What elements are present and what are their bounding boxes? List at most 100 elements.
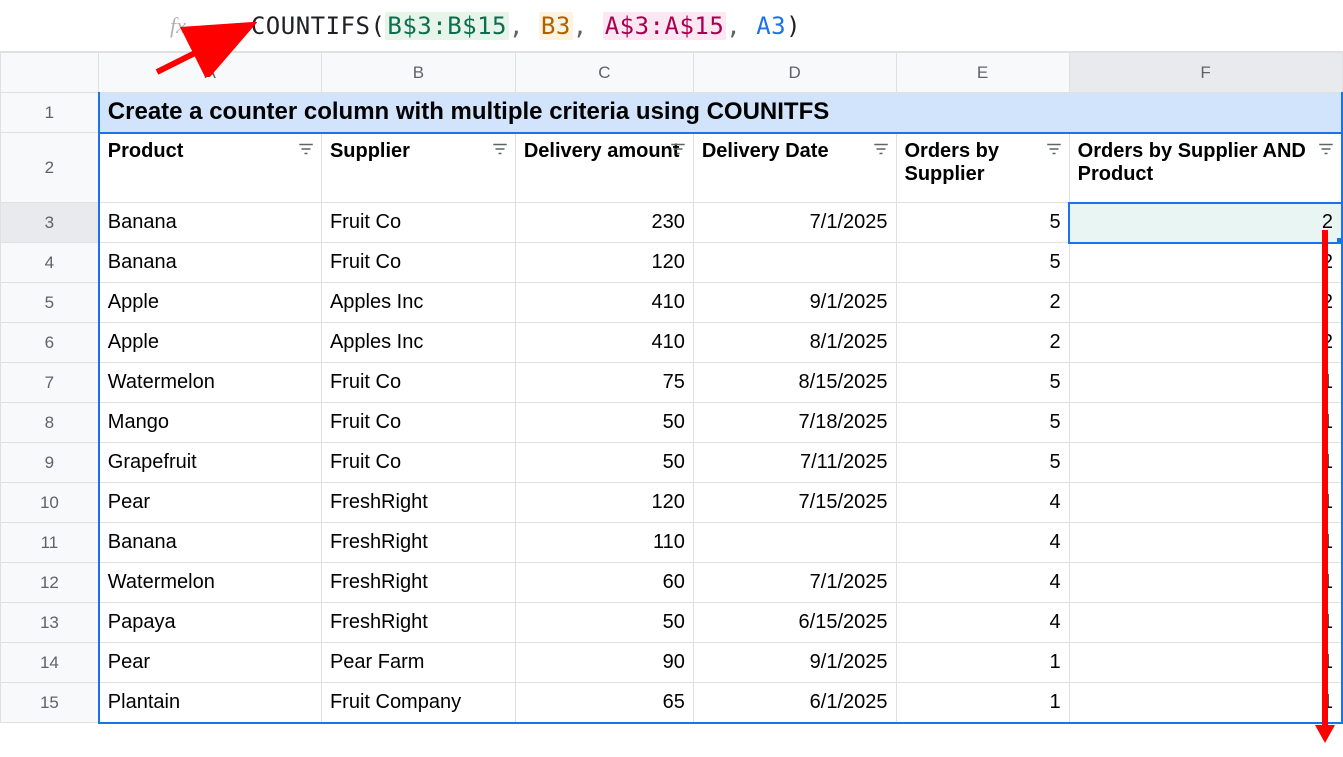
- row-header-15[interactable]: 15: [1, 683, 99, 723]
- filter-icon[interactable]: [669, 140, 687, 158]
- cell-f3[interactable]: 2: [1069, 203, 1342, 243]
- cell-d9[interactable]: 7/11/2025: [693, 443, 896, 483]
- cell-f11[interactable]: 1: [1069, 523, 1342, 563]
- cell-d6[interactable]: 8/1/2025: [693, 323, 896, 363]
- cell-a4[interactable]: Banana: [99, 243, 322, 283]
- cell-b11[interactable]: FreshRight: [321, 523, 515, 563]
- title-cell[interactable]: Create a counter column with multiple cr…: [99, 93, 1342, 133]
- cell-f7[interactable]: 1: [1069, 363, 1342, 403]
- cell-e13[interactable]: 4: [896, 603, 1069, 643]
- cell-f15[interactable]: 1: [1069, 683, 1342, 723]
- cell-a12[interactable]: Watermelon: [99, 563, 322, 603]
- header-delivery-date[interactable]: Delivery Date: [693, 133, 896, 203]
- row-header-2[interactable]: 2: [1, 133, 99, 203]
- cell-d15[interactable]: 6/1/2025: [693, 683, 896, 723]
- cell-f8[interactable]: 1: [1069, 403, 1342, 443]
- cell-c10[interactable]: 120: [515, 483, 693, 523]
- row-header-9[interactable]: 9: [1, 443, 99, 483]
- cell-e12[interactable]: 4: [896, 563, 1069, 603]
- cell-d14[interactable]: 9/1/2025: [693, 643, 896, 683]
- cell-a9[interactable]: Grapefruit: [99, 443, 322, 483]
- cell-b13[interactable]: FreshRight: [321, 603, 515, 643]
- row-header-5[interactable]: 5: [1, 283, 99, 323]
- cell-d10[interactable]: 7/15/2025: [693, 483, 896, 523]
- header-delivery-amount[interactable]: Delivery amount: [515, 133, 693, 203]
- cell-b6[interactable]: Apples Inc: [321, 323, 515, 363]
- cell-e14[interactable]: 1: [896, 643, 1069, 683]
- row-header-6[interactable]: 6: [1, 323, 99, 363]
- cell-a3[interactable]: Banana: [99, 203, 322, 243]
- cell-f10[interactable]: 1: [1069, 483, 1342, 523]
- cell-b5[interactable]: Apples Inc: [321, 283, 515, 323]
- header-orders-by-supplier[interactable]: Orders by Supplier: [896, 133, 1069, 203]
- cell-c6[interactable]: 410: [515, 323, 693, 363]
- row-header-4[interactable]: 4: [1, 243, 99, 283]
- row-header-14[interactable]: 14: [1, 643, 99, 683]
- cell-f6[interactable]: 2: [1069, 323, 1342, 363]
- cell-e9[interactable]: 5: [896, 443, 1069, 483]
- cell-f4[interactable]: 2: [1069, 243, 1342, 283]
- header-supplier[interactable]: Supplier: [321, 133, 515, 203]
- cell-a10[interactable]: Pear: [99, 483, 322, 523]
- cell-a6[interactable]: Apple: [99, 323, 322, 363]
- filter-icon[interactable]: [1045, 140, 1063, 158]
- cell-e8[interactable]: 5: [896, 403, 1069, 443]
- cell-d8[interactable]: 7/18/2025: [693, 403, 896, 443]
- cell-c11[interactable]: 110: [515, 523, 693, 563]
- row-header-12[interactable]: 12: [1, 563, 99, 603]
- row-header-13[interactable]: 13: [1, 603, 99, 643]
- filter-icon[interactable]: [872, 140, 890, 158]
- cell-a5[interactable]: Apple: [99, 283, 322, 323]
- cell-a13[interactable]: Papaya: [99, 603, 322, 643]
- cell-e10[interactable]: 4: [896, 483, 1069, 523]
- cell-b8[interactable]: Fruit Co: [321, 403, 515, 443]
- cell-a8[interactable]: Mango: [99, 403, 322, 443]
- cell-c5[interactable]: 410: [515, 283, 693, 323]
- cell-b3[interactable]: Fruit Co: [321, 203, 515, 243]
- cell-a15[interactable]: Plantain: [99, 683, 322, 723]
- col-header-d[interactable]: D: [693, 53, 896, 93]
- cell-c9[interactable]: 50: [515, 443, 693, 483]
- col-header-e[interactable]: E: [896, 53, 1069, 93]
- row-header-1[interactable]: 1: [1, 93, 99, 133]
- header-product[interactable]: Product: [99, 133, 322, 203]
- cell-d13[interactable]: 6/15/2025: [693, 603, 896, 643]
- cell-f13[interactable]: 1: [1069, 603, 1342, 643]
- cell-a14[interactable]: Pear: [99, 643, 322, 683]
- cell-e11[interactable]: 4: [896, 523, 1069, 563]
- row-header-10[interactable]: 10: [1, 483, 99, 523]
- formula-input[interactable]: =COUNTIFS(B$3:B$15, B3, A$3:A$15, A3): [236, 12, 801, 40]
- header-orders-by-supplier-and-product[interactable]: Orders by Supplier AND Product: [1069, 133, 1342, 203]
- cell-a11[interactable]: Banana: [99, 523, 322, 563]
- cell-b7[interactable]: Fruit Co: [321, 363, 515, 403]
- cell-c4[interactable]: 120: [515, 243, 693, 283]
- row-header-7[interactable]: 7: [1, 363, 99, 403]
- filter-icon[interactable]: [1317, 140, 1335, 158]
- filter-icon[interactable]: [297, 140, 315, 158]
- cell-f12[interactable]: 1: [1069, 563, 1342, 603]
- cell-b12[interactable]: FreshRight: [321, 563, 515, 603]
- cell-d11[interactable]: [693, 523, 896, 563]
- cell-d7[interactable]: 8/15/2025: [693, 363, 896, 403]
- cell-b9[interactable]: Fruit Co: [321, 443, 515, 483]
- row-header-8[interactable]: 8: [1, 403, 99, 443]
- row-header-11[interactable]: 11: [1, 523, 99, 563]
- cell-c3[interactable]: 230: [515, 203, 693, 243]
- cell-d5[interactable]: 9/1/2025: [693, 283, 896, 323]
- cell-c12[interactable]: 60: [515, 563, 693, 603]
- cell-d12[interactable]: 7/1/2025: [693, 563, 896, 603]
- col-header-f[interactable]: F: [1069, 53, 1342, 93]
- cell-e3[interactable]: 5: [896, 203, 1069, 243]
- cell-d3[interactable]: 7/1/2025: [693, 203, 896, 243]
- cell-d4[interactable]: [693, 243, 896, 283]
- cell-e7[interactable]: 5: [896, 363, 1069, 403]
- select-all-corner[interactable]: [1, 53, 99, 93]
- cell-e4[interactable]: 5: [896, 243, 1069, 283]
- cell-e5[interactable]: 2: [896, 283, 1069, 323]
- cell-c14[interactable]: 90: [515, 643, 693, 683]
- cell-e6[interactable]: 2: [896, 323, 1069, 363]
- cell-f9[interactable]: 1: [1069, 443, 1342, 483]
- cell-c15[interactable]: 65: [515, 683, 693, 723]
- cell-b14[interactable]: Pear Farm: [321, 643, 515, 683]
- col-header-b[interactable]: B: [321, 53, 515, 93]
